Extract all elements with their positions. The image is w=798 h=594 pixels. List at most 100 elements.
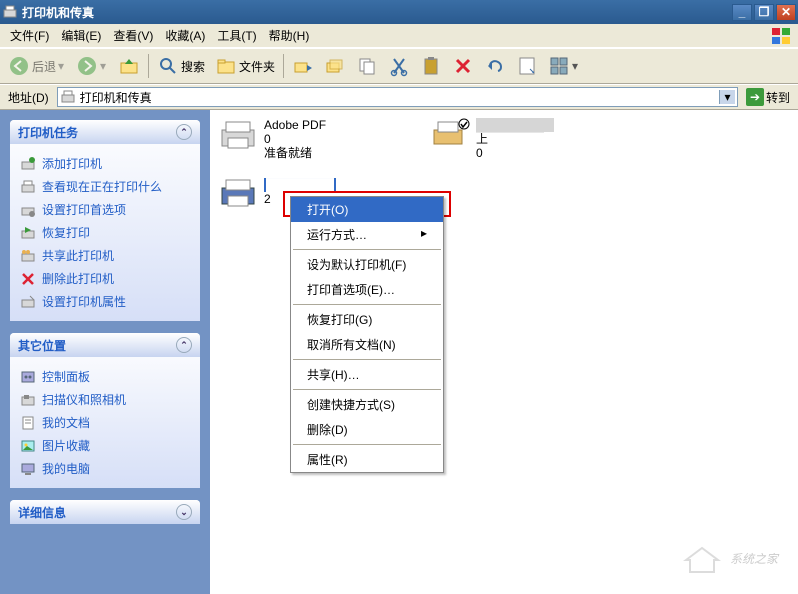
menu-view[interactable]: 查看(V) <box>107 25 159 46</box>
separator <box>293 304 441 305</box>
undo-icon <box>484 55 506 77</box>
address-value: 打印机和传真 <box>80 89 152 106</box>
panel-title: 打印机任务 <box>18 124 78 141</box>
printer-item-network[interactable]: ████████ 2 上 0 <box>430 118 554 160</box>
printer-sub: 上 <box>476 132 554 146</box>
printer-item-adobe-pdf[interactable]: Adobe PDF 0 准备就绪 <box>218 118 326 160</box>
address-field[interactable]: 打印机和传真 ▾ <box>57 87 738 107</box>
folders-button[interactable]: 文件夹 <box>211 53 279 79</box>
go-label: 转到 <box>766 89 790 106</box>
minimize-button[interactable]: _ <box>732 4 752 21</box>
place-my-documents[interactable]: 我的文档 <box>20 411 190 434</box>
panel-header-tasks[interactable]: 打印机任务 ⌃ <box>10 120 200 144</box>
ctx-properties[interactable]: 属性(R) <box>291 447 443 472</box>
documents-icon <box>20 415 36 431</box>
printer-fax-icon <box>2 4 18 20</box>
place-scanners[interactable]: 扫描仪和照相机 <box>20 388 190 411</box>
copy-icon <box>356 55 378 77</box>
go-button[interactable]: ➔ 转到 <box>742 88 794 106</box>
printer-props-icon <box>20 294 36 310</box>
separator <box>293 389 441 390</box>
go-arrow-icon: ➔ <box>746 88 764 106</box>
printer-name: Adobe PDF <box>264 118 326 132</box>
panel-printer-tasks: 打印机任务 ⌃ 添加打印机 查看现在正在打印什么 设置打印首选项 恢复打印 共享… <box>10 120 200 321</box>
ctx-share[interactable]: 共享(H)… <box>291 362 443 387</box>
printer-name: ████████ <box>264 178 336 192</box>
printer-prefs-icon <box>20 202 36 218</box>
back-icon <box>8 55 30 77</box>
printer-queue-icon <box>20 179 36 195</box>
up-button[interactable] <box>114 53 144 79</box>
copy-button[interactable] <box>352 53 382 79</box>
task-add-printer[interactable]: 添加打印机 <box>20 152 190 175</box>
ctx-run-as[interactable]: 运行方式… <box>291 222 443 247</box>
printer-docs: 0 <box>264 132 326 146</box>
panel-header-details[interactable]: 详细信息 ⌄ <box>10 500 200 524</box>
ctx-preferences[interactable]: 打印首选项(E)… <box>291 277 443 302</box>
copy-to-icon <box>324 55 346 77</box>
watermark: 系统之家 <box>682 542 778 574</box>
folders-icon <box>215 55 237 77</box>
forward-button[interactable]: ▾ <box>72 53 112 79</box>
place-pictures[interactable]: 图片收藏 <box>20 434 190 457</box>
search-button[interactable]: 搜索 <box>153 53 209 79</box>
cut-button[interactable] <box>384 53 414 79</box>
menu-file[interactable]: 文件(F) <box>4 25 55 46</box>
pictures-icon <box>20 438 36 454</box>
addressbar: 地址(D) 打印机和传真 ▾ ➔ 转到 <box>0 84 798 110</box>
menu-edit[interactable]: 编辑(E) <box>55 25 107 46</box>
titlebar: 打印机和传真 _ ❐ ✕ <box>0 0 798 24</box>
menu-favorites[interactable]: 收藏(A) <box>159 25 211 46</box>
address-dropdown-button[interactable]: ▾ <box>719 90 735 104</box>
back-button[interactable]: 后退 ▾ <box>4 53 70 79</box>
undo-button[interactable] <box>480 53 510 79</box>
dropdown-icon: ▾ <box>572 59 580 73</box>
copy-to-button[interactable] <box>320 53 350 79</box>
maximize-button[interactable]: ❐ <box>754 4 774 21</box>
ctx-cancel-all[interactable]: 取消所有文档(N) <box>291 332 443 357</box>
menu-tools[interactable]: 工具(T) <box>211 25 262 46</box>
paste-button[interactable] <box>416 53 446 79</box>
task-properties[interactable]: 设置打印机属性 <box>20 290 190 313</box>
ctx-delete[interactable]: 删除(D) <box>291 417 443 442</box>
ctx-resume[interactable]: 恢复打印(G) <box>291 307 443 332</box>
place-control-panel[interactable]: 控制面板 <box>20 365 190 388</box>
move-to-button[interactable] <box>288 53 318 79</box>
collapse-icon: ⌃ <box>176 124 192 140</box>
address-label: 地址(D) <box>4 89 53 106</box>
expand-icon: ⌄ <box>176 504 192 520</box>
context-menu: 打开(O) 运行方式… 设为默认打印机(F) 打印首选项(E)… 恢复打印(G)… <box>290 196 444 473</box>
separator <box>293 444 441 445</box>
properties-icon <box>516 55 538 77</box>
paste-icon <box>420 55 442 77</box>
close-button[interactable]: ✕ <box>776 4 796 21</box>
printer-status: 准备就绪 <box>264 146 326 160</box>
ctx-open[interactable]: 打开(O) <box>291 197 443 222</box>
delete-button[interactable] <box>448 53 478 79</box>
watermark-text: 系统之家 <box>730 550 778 567</box>
task-delete[interactable]: 删除此打印机 <box>20 267 190 290</box>
task-preferences[interactable]: 设置打印首选项 <box>20 198 190 221</box>
ctx-set-default[interactable]: 设为默认打印机(F) <box>291 252 443 277</box>
task-view-queue[interactable]: 查看现在正在打印什么 <box>20 175 190 198</box>
task-resume[interactable]: 恢复打印 <box>20 221 190 244</box>
search-label: 搜索 <box>181 58 205 75</box>
search-icon <box>157 55 179 77</box>
dropdown-icon: ▾ <box>100 59 108 73</box>
move-to-icon <box>292 55 314 77</box>
task-share[interactable]: 共享此打印机 <box>20 244 190 267</box>
views-icon <box>548 55 570 77</box>
panel-title: 其它位置 <box>18 337 66 354</box>
folder-up-icon <box>118 55 140 77</box>
views-button[interactable]: ▾ <box>544 53 584 79</box>
panel-header-other[interactable]: 其它位置 ⌃ <box>10 333 200 357</box>
properties-button[interactable] <box>512 53 542 79</box>
cut-icon <box>388 55 410 77</box>
network-printer-icon <box>430 118 470 150</box>
separator <box>293 359 441 360</box>
printer-resume-icon <box>20 225 36 241</box>
place-my-computer[interactable]: 我的电脑 <box>20 457 190 480</box>
printer-docs: 0 <box>476 146 554 160</box>
menu-help[interactable]: 帮助(H) <box>263 25 316 46</box>
ctx-shortcut[interactable]: 创建快捷方式(S) <box>291 392 443 417</box>
